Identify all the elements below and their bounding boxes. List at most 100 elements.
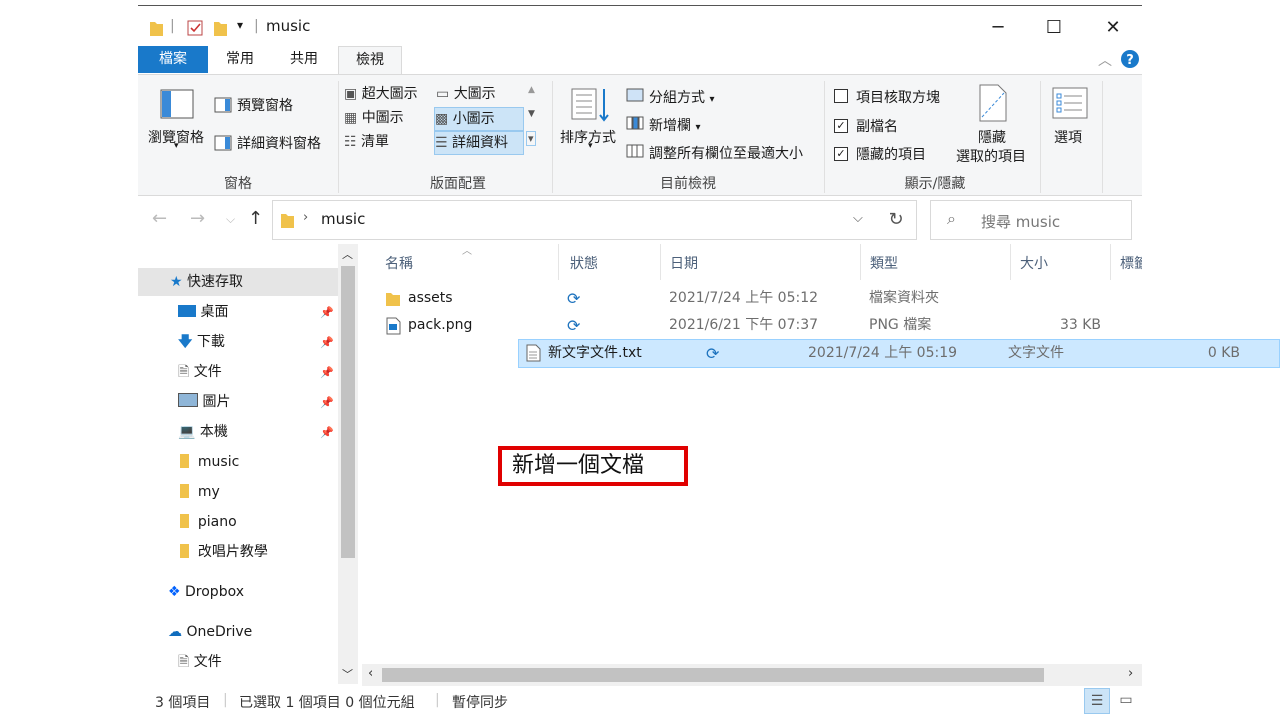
file-name: 新文字文件.txt bbox=[548, 345, 642, 361]
column-header-tags[interactable]: 標籤 bbox=[1120, 253, 1142, 273]
nav-item-piano[interactable]: piano bbox=[180, 508, 237, 536]
column-divider[interactable] bbox=[860, 244, 861, 280]
column-header-size[interactable]: 大小 bbox=[1020, 253, 1048, 273]
layout-group-label: 版面配置 bbox=[430, 176, 486, 192]
search-input[interactable]: 搜尋 music bbox=[981, 211, 1060, 232]
item-checkboxes-checkbox[interactable] bbox=[834, 89, 848, 103]
pin-icon[interactable]: 📌 bbox=[320, 396, 334, 409]
details-view-button[interactable]: ☰ bbox=[1084, 688, 1110, 714]
close-button[interactable]: ✕ bbox=[1093, 14, 1133, 42]
list-option[interactable]: ☷ 清單 bbox=[344, 131, 432, 153]
tab-view[interactable]: 檢視 bbox=[338, 46, 402, 75]
svg-text:?: ? bbox=[1126, 53, 1134, 68]
recent-locations-button[interactable]: ⌵ bbox=[226, 212, 235, 227]
properties-icon[interactable] bbox=[186, 18, 204, 38]
sort-indicator-icon: ︿ bbox=[462, 246, 472, 257]
column-header-date[interactable]: 日期 bbox=[670, 253, 698, 273]
table-row-selected[interactable]: 新文字文件.txt ⟳ 2021/7/24 上午 05:19 文字文件 0 KB bbox=[518, 339, 1280, 368]
column-divider[interactable] bbox=[660, 244, 661, 280]
medium-icons-option[interactable]: ▦ 中圖示 bbox=[344, 107, 432, 129]
table-row[interactable]: assets ⟳ 2021/7/24 上午 05:12 檔案資料夾 bbox=[381, 285, 1142, 312]
table-row[interactable]: pack.png ⟳ 2021/6/21 下午 07:37 PNG 檔案 33 … bbox=[381, 312, 1142, 339]
help-icon[interactable]: ? bbox=[1120, 49, 1140, 69]
current-view-group-label: 目前檢視 bbox=[660, 176, 716, 192]
tab-home[interactable]: 常用 bbox=[216, 46, 264, 73]
pin-icon[interactable]: 📌 bbox=[320, 366, 334, 379]
maximize-button[interactable]: ☐ bbox=[1034, 14, 1074, 42]
forward-button[interactable]: → bbox=[190, 208, 205, 229]
minimize-button[interactable]: ─ bbox=[978, 14, 1018, 42]
tab-file[interactable]: 檔案 bbox=[138, 46, 208, 73]
nav-item-onedrive-documents[interactable]: 🗎 文件 bbox=[178, 648, 222, 676]
nav-item-music[interactable]: music bbox=[180, 448, 239, 476]
address-dropdown-icon[interactable]: ⌵ bbox=[853, 211, 863, 226]
nav-item-dropbox[interactable]: ❖ Dropbox bbox=[168, 578, 244, 606]
hidden-items-label: 隱藏的項目 bbox=[856, 147, 926, 163]
layout-gallery: ▣ 超大圖示 ▭ 大圖示 ▦ 中圖示 ▩ 小圖示 ☷ 清單 ☰ 詳細資料 ▲ ▼… bbox=[342, 83, 542, 157]
column-divider[interactable] bbox=[1010, 244, 1011, 280]
large-icons-view-button[interactable]: ▭ bbox=[1114, 688, 1138, 712]
nav-scrollbar[interactable]: ︿ ﹀ bbox=[338, 244, 358, 684]
nav-item-label: my bbox=[197, 484, 220, 500]
add-columns-button[interactable]: 新增欄 ▾ bbox=[649, 115, 700, 135]
large-icons-option[interactable]: ▭ 大圖示 bbox=[436, 83, 526, 105]
nav-item-desktop[interactable]: 桌面 bbox=[178, 298, 228, 326]
search-box[interactable]: ⌕ 搜尋 music bbox=[930, 200, 1132, 240]
options-button[interactable]: 選項 bbox=[1054, 127, 1082, 147]
scroll-left-icon[interactable]: ‹ bbox=[368, 666, 373, 681]
breadcrumb[interactable]: music bbox=[321, 210, 365, 228]
preview-pane-button[interactable]: 預覽窗格 bbox=[237, 95, 293, 115]
group-by-button[interactable]: 分組方式 ▾ bbox=[649, 87, 714, 107]
nav-item-my[interactable]: my bbox=[180, 478, 220, 506]
column-divider[interactable] bbox=[1110, 244, 1111, 280]
refresh-button[interactable]: ↻ bbox=[876, 200, 917, 240]
column-divider[interactable] bbox=[558, 244, 559, 280]
expand-gallery-icon[interactable]: ▾ bbox=[526, 131, 536, 146]
scrollbar-thumb[interactable] bbox=[382, 668, 1044, 682]
new-folder-icon[interactable] bbox=[212, 18, 228, 38]
size-all-columns-button[interactable]: 調整所有欄位至最適大小 bbox=[649, 143, 803, 163]
file-extensions-checkbox[interactable]: ✓ bbox=[834, 119, 848, 133]
hide-selected-label-1[interactable]: 隱藏 bbox=[978, 127, 1006, 147]
address-bar[interactable]: › music ⌵ bbox=[272, 200, 877, 240]
nav-item-onedrive[interactable]: ☁ OneDrive bbox=[168, 618, 252, 646]
nav-item-pictures[interactable]: 圖片 bbox=[178, 388, 230, 416]
tab-share[interactable]: 共用 bbox=[280, 46, 328, 73]
horizontal-scrollbar[interactable]: ‹ › bbox=[362, 664, 1142, 686]
scrollbar-thumb[interactable] bbox=[341, 266, 355, 558]
pin-icon[interactable]: 📌 bbox=[320, 426, 334, 439]
pin-icon[interactable]: 📌 bbox=[320, 336, 334, 349]
ribbon-tabs: 檔案 常用 共用 檢視 ︿ ? bbox=[138, 46, 1142, 75]
details-pane-button[interactable]: 詳細資料窗格 bbox=[237, 133, 321, 153]
nav-item-documents[interactable]: 🗎 文件 bbox=[178, 358, 222, 386]
scroll-right-icon[interactable]: › bbox=[1128, 666, 1133, 681]
breadcrumb-chevron-icon[interactable]: › bbox=[303, 210, 308, 225]
nav-item-record-tutorial[interactable]: 改唱片教學 bbox=[180, 538, 268, 566]
folder-icon bbox=[180, 454, 189, 468]
medium-icons-label: 中圖示 bbox=[361, 110, 404, 126]
details-option[interactable]: ☰ 詳細資料 bbox=[434, 131, 524, 155]
file-type: 文字文件 bbox=[1008, 345, 1064, 361]
scroll-up-icon[interactable]: ▲ bbox=[528, 85, 535, 95]
column-header-type[interactable]: 類型 bbox=[870, 253, 898, 273]
hide-selected-label-2[interactable]: 選取的項目 bbox=[956, 146, 1026, 166]
up-button[interactable]: ↑ bbox=[248, 208, 263, 229]
collapse-ribbon-icon[interactable]: ︿ bbox=[1098, 50, 1112, 70]
nav-item-this-pc[interactable]: 💻 本機 bbox=[178, 418, 228, 446]
pin-icon[interactable]: 📌 bbox=[320, 306, 334, 319]
customize-quick-access-icon[interactable]: ▾ bbox=[237, 18, 243, 38]
extra-large-icons-option[interactable]: ▣ 超大圖示 bbox=[344, 83, 432, 105]
hide-selected-icon bbox=[979, 84, 1007, 122]
nav-quick-access[interactable]: ★ 快速存取 bbox=[170, 268, 243, 296]
scroll-down-icon[interactable]: ▼ bbox=[528, 109, 535, 119]
back-button[interactable]: ← bbox=[152, 208, 167, 229]
scroll-up-icon[interactable]: ︿ bbox=[342, 246, 353, 262]
hidden-items-checkbox[interactable]: ✓ bbox=[834, 147, 848, 161]
column-header-name[interactable]: 名稱 bbox=[385, 253, 413, 273]
nav-item-downloads[interactable]: 🡇 下載 bbox=[178, 328, 225, 356]
folder-icon bbox=[180, 484, 189, 498]
scroll-down-icon[interactable]: ﹀ bbox=[342, 666, 353, 682]
small-icons-option[interactable]: ▩ 小圖示 bbox=[434, 107, 524, 131]
nav-quick-access-label: 快速存取 bbox=[187, 274, 244, 290]
column-header-status[interactable]: 狀態 bbox=[570, 253, 598, 273]
